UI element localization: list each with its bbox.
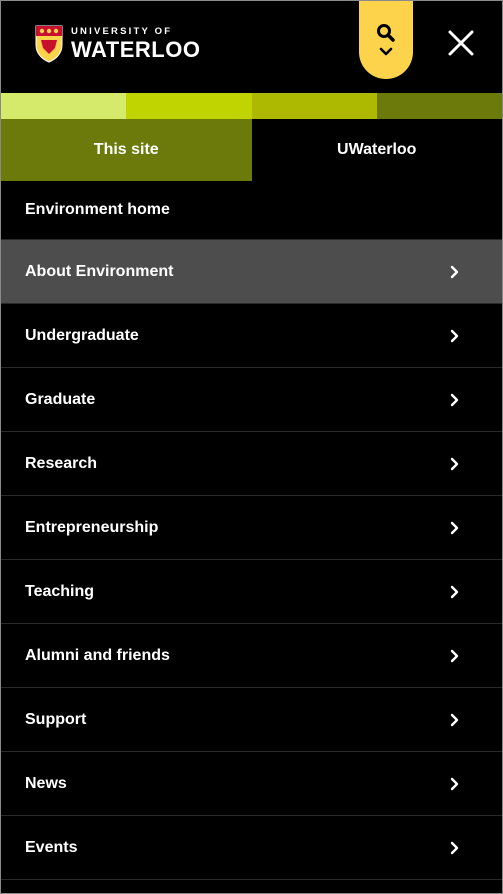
menu-item-undergraduate[interactable]: Undergraduate bbox=[1, 304, 502, 368]
site-scope-tabs: This site UWaterloo bbox=[1, 119, 502, 181]
menu-item-graduate[interactable]: Graduate bbox=[1, 368, 502, 432]
logo-wordmark: UNIVERSITY OF WATERLOO bbox=[71, 27, 200, 61]
logo-text-small: UNIVERSITY OF bbox=[71, 26, 173, 38]
menu-item-label: Environment home bbox=[25, 201, 170, 218]
menu-item-alumni-and-friends[interactable]: Alumni and friends bbox=[1, 624, 502, 688]
menu-item-label: News bbox=[25, 774, 67, 792]
menu-item-label: Events bbox=[25, 838, 78, 856]
menu-item-entrepreneurship[interactable]: Entrepreneurship bbox=[1, 496, 502, 560]
nav-menu: Environment home About Environment Undergr… bbox=[1, 181, 502, 880]
chevron-down-icon bbox=[379, 47, 393, 56]
menu-item-events[interactable]: Events bbox=[1, 816, 502, 880]
site-header: UNIVERSITY OF WATERLOO bbox=[1, 1, 502, 93]
chevron-right-icon bbox=[450, 841, 459, 854]
color-bar-segment bbox=[1, 93, 127, 119]
menu-item-label: About Environment bbox=[25, 262, 174, 280]
menu-item-label: Entrepreneurship bbox=[25, 518, 159, 536]
chevron-right-icon bbox=[450, 585, 459, 598]
university-logo[interactable]: UNIVERSITY OF WATERLOO bbox=[35, 25, 200, 63]
color-bar-segment bbox=[376, 93, 502, 119]
menu-item-news[interactable]: News bbox=[1, 752, 502, 816]
menu-item-label: Teaching bbox=[25, 582, 95, 600]
chevron-right-icon bbox=[450, 521, 459, 534]
search-icon bbox=[377, 24, 395, 42]
menu-item-label: Undergraduate bbox=[25, 326, 139, 344]
close-icon bbox=[448, 30, 474, 56]
chevron-right-icon bbox=[450, 393, 459, 406]
menu-item-label: Alumni and friends bbox=[25, 646, 170, 664]
menu-item-label: Research bbox=[25, 454, 98, 472]
menu-item-label: Support bbox=[25, 710, 87, 728]
crest-icon bbox=[35, 25, 63, 63]
color-bar-segment bbox=[251, 93, 377, 119]
menu-item-support[interactable]: Support bbox=[1, 688, 502, 752]
menu-item-teaching[interactable]: Teaching bbox=[1, 560, 502, 624]
chevron-right-icon bbox=[450, 265, 459, 278]
chevron-right-icon bbox=[450, 713, 459, 726]
menu-item-about-environment[interactable]: About Environment bbox=[1, 240, 502, 304]
tab-uwaterloo[interactable]: UWaterloo bbox=[251, 119, 502, 181]
logo-text-big: WATERLOO bbox=[71, 36, 201, 62]
chevron-right-icon bbox=[450, 457, 459, 470]
chevron-right-icon bbox=[450, 329, 459, 342]
color-bar-segment bbox=[126, 93, 252, 119]
menu-item-environment-home[interactable]: Environment home bbox=[1, 181, 502, 240]
menu-item-research[interactable]: Research bbox=[1, 432, 502, 496]
chevron-right-icon bbox=[450, 777, 459, 790]
search-toggle-button[interactable] bbox=[359, 1, 413, 79]
chevron-right-icon bbox=[450, 649, 459, 662]
close-menu-button[interactable] bbox=[445, 27, 477, 59]
brand-color-bar bbox=[1, 93, 502, 119]
tab-this-site[interactable]: This site bbox=[1, 119, 252, 181]
menu-item-label: Graduate bbox=[25, 390, 96, 408]
mobile-nav-panel: UNIVERSITY OF WATERLOO This site UWaterlo… bbox=[0, 0, 503, 894]
